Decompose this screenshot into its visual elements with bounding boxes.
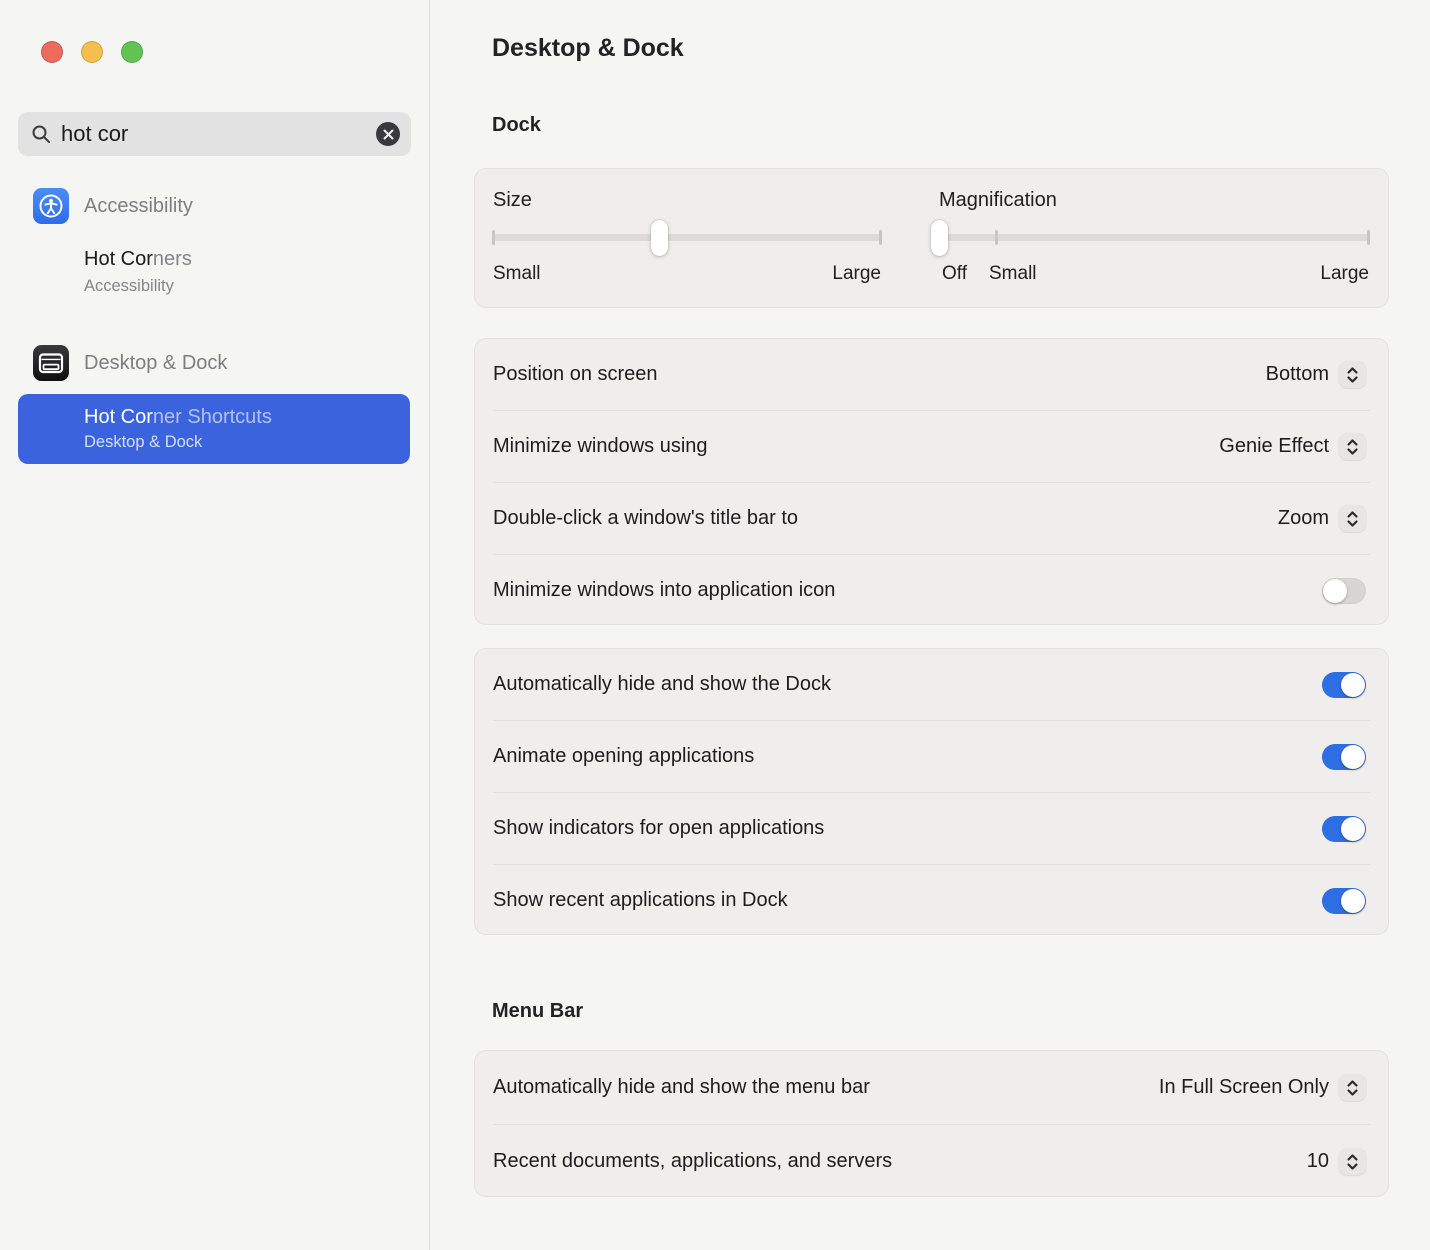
row-label: Animate opening applications (493, 745, 754, 768)
search-input[interactable] (61, 121, 376, 147)
result-title: Hot Corner Shortcuts (84, 406, 410, 429)
search-field[interactable] (18, 112, 411, 156)
size-slider[interactable] (493, 220, 881, 256)
minimize-into-icon-toggle[interactable] (1322, 578, 1366, 604)
dock-sliders-card: Size Small Large Magnification Off (474, 168, 1389, 308)
settings-sidebar: Accessibility Hot Corners Accessibility … (0, 0, 430, 1250)
show-indicators-toggle[interactable] (1322, 816, 1366, 842)
magnifier-icon (31, 124, 51, 144)
size-max-label: Large (832, 263, 881, 285)
row-animate-opening: Animate opening applications (475, 721, 1388, 792)
magnification-slider-thumb[interactable] (931, 220, 948, 256)
minimize-effect-value: Genie Effect (1219, 435, 1329, 458)
row-label: Recent documents, applications, and serv… (493, 1150, 892, 1173)
row-label: Minimize windows using (493, 435, 708, 458)
size-slider-track[interactable] (493, 234, 881, 241)
magnification-slider[interactable] (939, 220, 1369, 256)
minimize-effect-stepper[interactable] (1339, 433, 1366, 460)
magnification-max-label: Large (1320, 263, 1369, 285)
window-controls (41, 41, 143, 63)
recent-documents-stepper[interactable] (1339, 1148, 1366, 1175)
menubar-section-header: Menu Bar (492, 1000, 583, 1023)
toggle-knob (1341, 817, 1365, 841)
row-autohide-menubar: Automatically hide and show the menu bar… (475, 1051, 1388, 1124)
autohide-menubar-value: In Full Screen Only (1159, 1076, 1329, 1099)
desktop-dock-icon (33, 345, 69, 381)
magnification-slider-labels: Off Small Large (939, 263, 1369, 287)
double-click-stepper[interactable] (1339, 505, 1366, 532)
row-label: Minimize windows into application icon (493, 579, 835, 602)
row-show-recent: Show recent applications in Dock (475, 865, 1388, 936)
size-label: Size (493, 189, 881, 212)
dock-toggles-card: Automatically hide and show the Dock Ani… (474, 648, 1389, 935)
show-recent-toggle[interactable] (1322, 888, 1366, 914)
magnification-min-label: Small (989, 263, 1037, 285)
row-label: Automatically hide and show the Dock (493, 673, 831, 696)
result-category: Desktop & Dock (84, 433, 410, 452)
row-recent-documents: Recent documents, applications, and serv… (475, 1125, 1388, 1198)
row-autohide-dock: Automatically hide and show the Dock (475, 649, 1388, 720)
dock-behavior-card: Position on screen Bottom Minimize windo… (474, 338, 1389, 625)
autohide-menubar-stepper[interactable] (1339, 1074, 1366, 1101)
row-minimize-using: Minimize windows using Genie Effect (475, 411, 1388, 482)
row-label: Show recent applications in Dock (493, 889, 788, 912)
magnification-slider-group: Magnification Off Small Large (939, 189, 1369, 287)
magnification-off-label: Off (942, 263, 967, 285)
magnification-slider-track[interactable] (939, 234, 1369, 241)
search-result-hot-corner-shortcuts-selected[interactable]: Hot Corner Shortcuts Desktop & Dock (18, 394, 410, 464)
row-label: Position on screen (493, 363, 658, 386)
size-min-label: Small (493, 263, 541, 285)
recent-documents-value: 10 (1307, 1150, 1329, 1173)
slider-tick (995, 230, 998, 245)
menubar-card: Automatically hide and show the menu bar… (474, 1050, 1389, 1197)
row-show-indicators: Show indicators for open applications (475, 793, 1388, 864)
sidebar-group-label: Desktop & Dock (84, 352, 227, 375)
toggle-knob (1341, 673, 1365, 697)
zoom-button[interactable] (121, 41, 143, 63)
autohide-dock-toggle[interactable] (1322, 672, 1366, 698)
size-slider-group: Size Small Large (493, 189, 881, 285)
position-stepper[interactable] (1339, 361, 1366, 388)
size-slider-thumb[interactable] (651, 220, 668, 256)
result-title: Hot Corners (84, 248, 192, 271)
row-label: Double-click a window's title bar to (493, 507, 798, 530)
row-double-click-titlebar: Double-click a window's title bar to Zoo… (475, 483, 1388, 554)
page-title: Desktop & Dock (492, 34, 684, 63)
double-click-value: Zoom (1278, 507, 1329, 530)
row-label: Automatically hide and show the menu bar (493, 1076, 870, 1099)
row-label: Show indicators for open applications (493, 817, 824, 840)
position-value: Bottom (1266, 363, 1329, 386)
slider-tick (492, 230, 495, 245)
toggle-knob (1341, 745, 1365, 769)
slider-tick (1367, 230, 1370, 245)
clear-search-icon[interactable] (376, 122, 400, 146)
animate-opening-toggle[interactable] (1322, 744, 1366, 770)
sidebar-group-accessibility[interactable]: Accessibility (33, 188, 193, 224)
size-slider-labels: Small Large (493, 263, 881, 285)
toggle-knob (1341, 889, 1365, 913)
close-button[interactable] (41, 41, 63, 63)
accessibility-icon (33, 188, 69, 224)
search-result-hot-corners[interactable]: Hot Corners Accessibility (84, 248, 192, 296)
toggle-knob (1323, 579, 1347, 603)
row-position-on-screen: Position on screen Bottom (475, 339, 1388, 410)
sidebar-group-label: Accessibility (84, 195, 193, 218)
result-category: Accessibility (84, 277, 192, 296)
row-minimize-into-icon: Minimize windows into application icon (475, 555, 1388, 626)
minimize-button[interactable] (81, 41, 103, 63)
slider-tick (879, 230, 882, 245)
desktop-dock-pane: Desktop & Dock Dock Size Small Large Mag… (431, 0, 1430, 1250)
magnification-label: Magnification (939, 189, 1369, 212)
dock-section-header: Dock (492, 114, 541, 137)
sidebar-group-desktop-dock[interactable]: Desktop & Dock (33, 345, 227, 381)
